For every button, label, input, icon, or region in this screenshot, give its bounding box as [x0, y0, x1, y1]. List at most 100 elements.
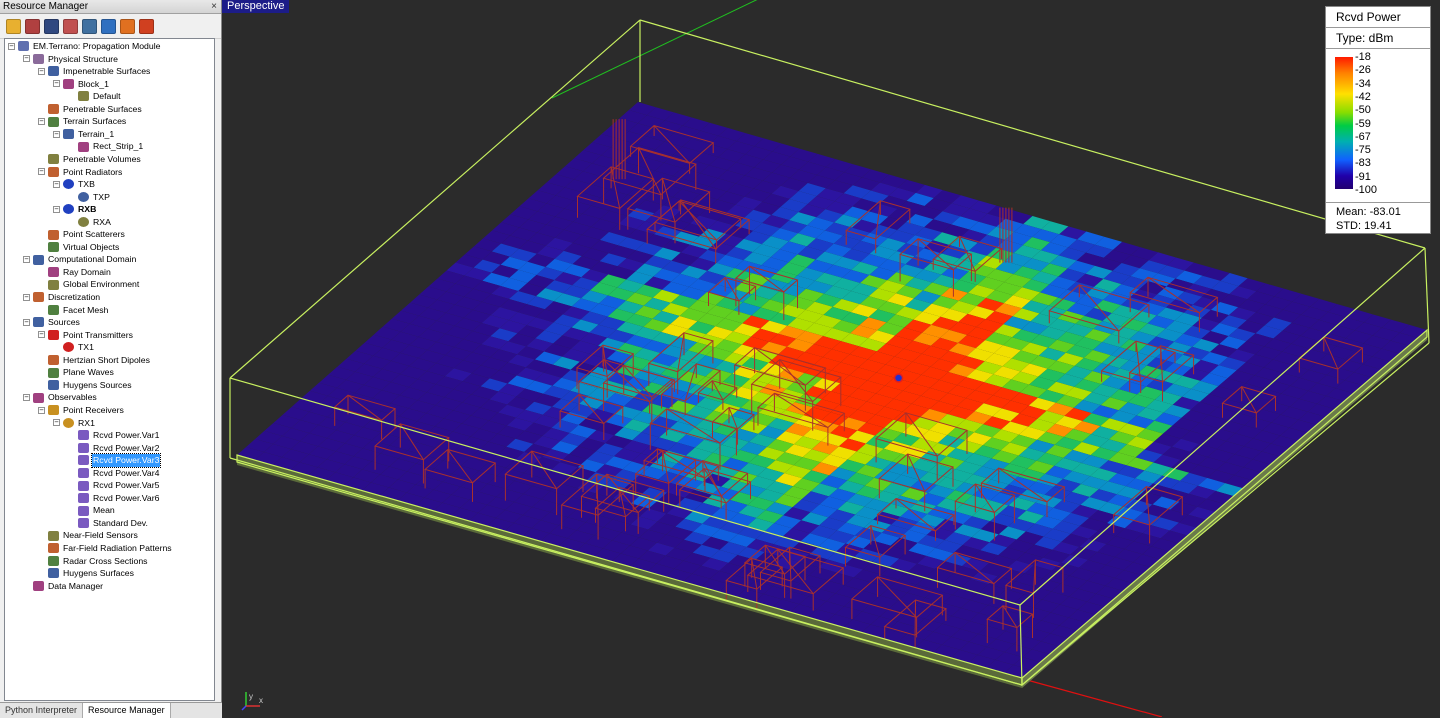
tree-item[interactable]: Huygens Surfaces — [38, 567, 135, 580]
tree-item[interactable]: Virtual Objects — [38, 241, 120, 254]
tree-item[interactable]: Hertzian Short Dipoles — [38, 354, 151, 367]
axis-x-label: x — [259, 696, 263, 705]
tree-item-label: Radar Cross Sections — [62, 555, 149, 568]
tree-item[interactable]: Facet Mesh — [38, 304, 109, 317]
tree-item-label: Huygens Surfaces — [62, 567, 135, 580]
tree-item[interactable]: − RXB — [53, 203, 97, 216]
tree-item[interactable]: Default — [68, 90, 122, 103]
collapse-toggle-icon[interactable]: − — [53, 131, 60, 138]
tree-item-label: Rect_Strip_1 — [92, 140, 144, 153]
tree-item[interactable]: TX1 — [53, 341, 95, 354]
tree-item[interactable]: −Observables — [23, 391, 98, 404]
collapse-toggle-icon[interactable]: − — [38, 68, 45, 75]
facet-mesh-icon — [48, 305, 59, 315]
tree-item[interactable]: −Terrain Surfaces — [38, 115, 127, 128]
tree-item[interactable]: Plane Waves — [38, 366, 115, 379]
tree-item[interactable]: − Discretization — [23, 291, 101, 304]
collapse-toggle-icon[interactable]: − — [53, 80, 60, 87]
bounding-box-edge — [1425, 248, 1429, 343]
collapse-toggle-icon[interactable]: − — [8, 43, 15, 50]
scene-canvas[interactable] — [222, 0, 1440, 717]
tree-item[interactable]: Rcvd Power.Var4 — [68, 467, 160, 480]
tree-item[interactable]: Rcvd Power.Var2 — [68, 442, 160, 455]
tree-item[interactable]: −Point Transmitters — [38, 329, 134, 342]
axis-triad-icon: y x — [240, 688, 266, 712]
tree-item[interactable]: Standard Dev. — [68, 517, 149, 530]
rx1-icon — [63, 418, 74, 428]
tree-item[interactable]: −Physical Structure — [23, 53, 119, 66]
tab-resource-manager[interactable]: Resource Manager — [83, 703, 171, 718]
tree-item[interactable]: −Point Radiators — [38, 166, 123, 179]
data-icon — [78, 443, 89, 453]
tree-item[interactable]: Near-Field Sensors — [38, 529, 139, 542]
tree-item[interactable]: −Sources — [23, 316, 81, 329]
collapse-toggle-icon[interactable]: − — [38, 168, 45, 175]
tree-item[interactable]: −TXB — [53, 178, 96, 191]
tree-item[interactable]: Radar Cross Sections — [38, 555, 149, 568]
tree-item[interactable]: Point Scatterers — [38, 228, 126, 241]
tree-item[interactable]: Penetrable Surfaces — [38, 103, 143, 116]
collapse-toggle-icon[interactable]: − — [23, 319, 30, 326]
legend-tick-label: -67 — [1355, 132, 1371, 143]
tree-item-label: Rcvd Power.Var4 — [92, 467, 160, 480]
fire-icon[interactable] — [120, 19, 135, 34]
tree-item[interactable]: Rcvd Power.Var3 — [68, 454, 160, 467]
tree-item[interactable]: Ray Domain — [38, 266, 112, 279]
tree-item[interactable]: −EM.Terrano: Propagation Module — [8, 40, 162, 53]
3d-viewport[interactable]: Perspective Rcvd Power Type: dBm -18-26-… — [222, 0, 1440, 717]
tree-item[interactable]: Mean — [68, 504, 116, 517]
structure-icon[interactable] — [25, 19, 40, 34]
tree-item[interactable]: −Impenetrable Surfaces — [38, 65, 151, 78]
collapse-toggle-icon[interactable]: − — [53, 206, 60, 213]
tab-python-interpreter[interactable]: Python Interpreter — [0, 703, 83, 718]
tree-item-label: Rcvd Power.Var2 — [92, 442, 160, 455]
tree-item[interactable]: −Block_1 — [53, 78, 110, 91]
tree-item-label: RXB — [77, 203, 97, 216]
python-script-icon[interactable] — [6, 19, 21, 34]
tree-item[interactable]: −RX1 — [53, 417, 96, 430]
tree-item[interactable]: Global Environment — [38, 278, 140, 291]
tree-item-label: RXA — [92, 216, 112, 229]
data-icon — [78, 518, 89, 528]
tree-item[interactable]: Huygens Sources — [38, 379, 133, 392]
collapse-toggle-icon[interactable]: − — [23, 294, 30, 301]
tree-item[interactable]: Data Manager — [23, 580, 104, 593]
tree-item-label: Near-Field Sensors — [62, 529, 139, 542]
structure-icon — [33, 54, 44, 64]
resource-tree[interactable]: −EM.Terrano: Propagation Module−Physical… — [4, 38, 215, 701]
collapse-toggle-icon[interactable]: − — [38, 331, 45, 338]
resource-manager-panel: Resource Manager × −EM.Terrano: Propagat… — [0, 0, 222, 717]
tree-item[interactable]: Far-Field Radiation Patterns — [38, 542, 173, 555]
collapse-toggle-icon[interactable]: − — [38, 407, 45, 414]
tree-item-label: Discretization — [47, 291, 101, 304]
collapse-toggle-icon[interactable]: − — [53, 419, 60, 426]
collapse-toggle-icon[interactable]: − — [38, 118, 45, 125]
tree-item-label: Rcvd Power.Var1 — [92, 429, 160, 442]
data-icon — [78, 468, 89, 478]
collapse-toggle-icon[interactable]: − — [23, 256, 30, 263]
collapse-toggle-icon[interactable]: − — [53, 181, 60, 188]
tree-item-label: Plane Waves — [62, 366, 115, 379]
close-icon[interactable]: × — [211, 0, 217, 13]
tree-item[interactable]: −Computational Domain — [23, 253, 137, 266]
color-legend: Rcvd Power Type: dBm -18-26-34-42-50-59-… — [1325, 6, 1431, 234]
collapse-toggle-icon[interactable]: − — [23, 55, 30, 62]
resource-panel-icon[interactable] — [44, 19, 59, 34]
tree-item[interactable]: TXP — [68, 191, 111, 204]
tree-item[interactable]: Rcvd Power.Var1 — [68, 429, 160, 442]
tree-item[interactable]: Rcvd Power.Var5 — [68, 479, 160, 492]
tree-item[interactable]: −Point Receivers — [38, 404, 125, 417]
tree-icon[interactable] — [82, 19, 97, 34]
tree-item[interactable]: Rect_Strip_1 — [68, 140, 144, 153]
data-manager-icon — [33, 581, 44, 591]
tree-item[interactable]: −Terrain_1 — [53, 128, 115, 141]
tree-item[interactable]: RXA — [68, 216, 112, 229]
legend-color-bar — [1335, 57, 1353, 189]
tree-item[interactable]: Rcvd Power.Var6 — [68, 492, 160, 505]
tree-item[interactable]: Penetrable Volumes — [38, 153, 142, 166]
target-icon[interactable] — [139, 19, 154, 34]
display-icon[interactable] — [63, 19, 78, 34]
plane-icon[interactable] — [101, 19, 116, 34]
collapse-toggle-icon[interactable]: − — [23, 394, 30, 401]
tree-item-label: Mean — [92, 504, 116, 517]
